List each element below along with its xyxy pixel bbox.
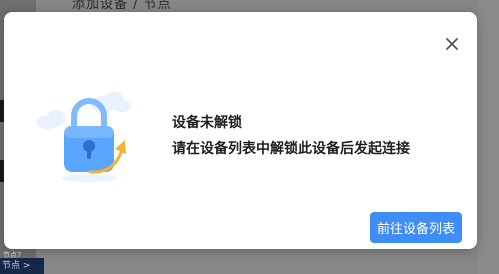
background-page-title: 添加设备 / 节点 xyxy=(72,0,172,12)
close-icon xyxy=(446,38,458,50)
background-right-area xyxy=(477,0,499,274)
device-locked-dialog: 设备未解锁 请在设备列表中解锁此设备后发起连接 前往设备列表 xyxy=(4,12,477,249)
padlock-icon xyxy=(36,92,131,182)
close-button[interactable] xyxy=(444,36,460,52)
padlock-illustration xyxy=(34,92,144,188)
dialog-message: 请在设备列表中解锁此设备后发起连接 xyxy=(172,141,410,157)
message-block: 设备未解锁 请在设备列表中解锁此设备后发起连接 xyxy=(172,113,410,159)
background-node-link[interactable]: 节点 > xyxy=(0,258,44,274)
go-to-device-list-button[interactable]: 前往设备列表 xyxy=(370,212,462,243)
dialog-title: 设备未解锁 xyxy=(172,115,242,131)
